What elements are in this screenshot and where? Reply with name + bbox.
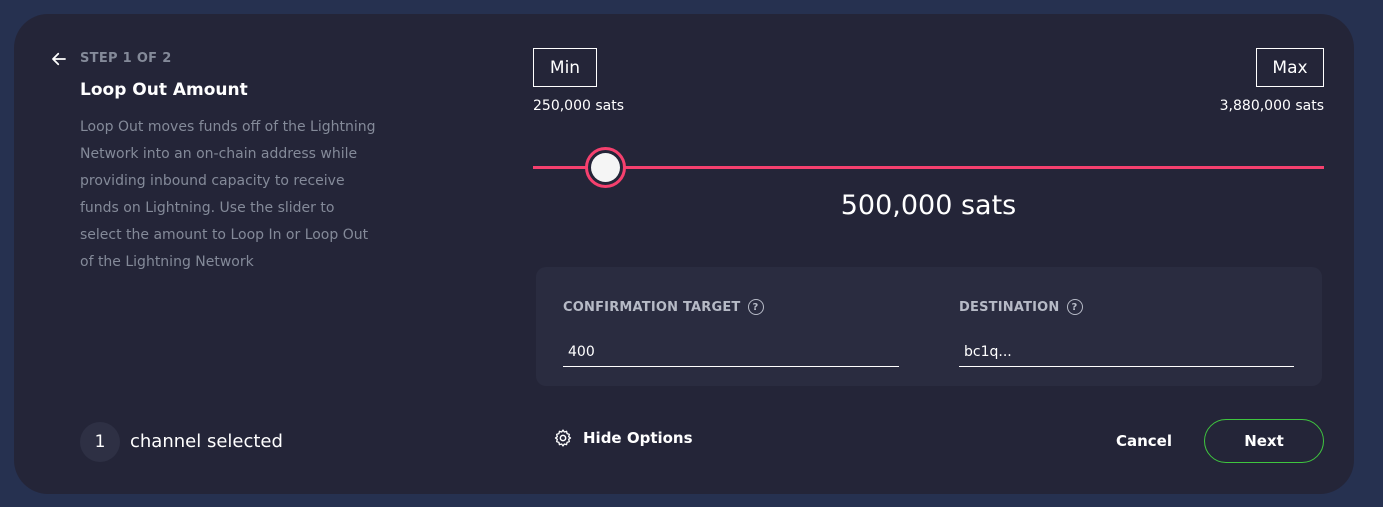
confirmation-target-label: CONFIRMATION TARGET ? bbox=[563, 299, 764, 315]
hide-options-button[interactable]: Hide Options bbox=[553, 428, 693, 448]
loop-wizard-card: STEP 1 OF 2 Loop Out Amount Loop Out mov… bbox=[14, 14, 1354, 494]
destination-label-text: DESTINATION bbox=[959, 299, 1060, 315]
channel-selected-label: channel selected bbox=[130, 431, 283, 452]
page-title: Loop Out Amount bbox=[80, 80, 248, 100]
max-button[interactable]: Max bbox=[1256, 48, 1324, 87]
amount-slider-handle[interactable] bbox=[584, 147, 626, 188]
confirmation-target-input[interactable] bbox=[563, 337, 899, 367]
step-label: STEP 1 OF 2 bbox=[80, 51, 172, 66]
question-circle-icon[interactable]: ? bbox=[1066, 299, 1083, 315]
selected-amount: 500,000 sats bbox=[840, 190, 1017, 221]
step-description: Loop Out moves funds off of the Lightnin… bbox=[80, 119, 376, 270]
slider-handle-knob bbox=[590, 153, 620, 182]
hide-options-label: Hide Options bbox=[583, 429, 693, 447]
cancel-button[interactable]: Cancel bbox=[1102, 419, 1186, 463]
options-panel: CONFIRMATION TARGET ? DESTINATION ? bbox=[536, 267, 1322, 386]
min-button[interactable]: Min bbox=[533, 48, 597, 87]
min-amount-label: 250,000 sats bbox=[533, 98, 624, 114]
amount-slider-track[interactable] bbox=[533, 166, 1324, 169]
destination-label: DESTINATION ? bbox=[959, 299, 1083, 315]
gear-icon bbox=[554, 429, 572, 447]
confirmation-target-label-text: CONFIRMATION TARGET bbox=[563, 299, 741, 315]
arrow-left-icon[interactable] bbox=[50, 50, 68, 68]
channel-count-badge: 1 bbox=[80, 422, 120, 462]
max-amount-label: 3,880,000 sats bbox=[1219, 98, 1324, 114]
question-circle-icon[interactable]: ? bbox=[747, 299, 764, 315]
destination-input[interactable] bbox=[959, 337, 1294, 367]
next-button[interactable]: Next bbox=[1204, 419, 1324, 463]
